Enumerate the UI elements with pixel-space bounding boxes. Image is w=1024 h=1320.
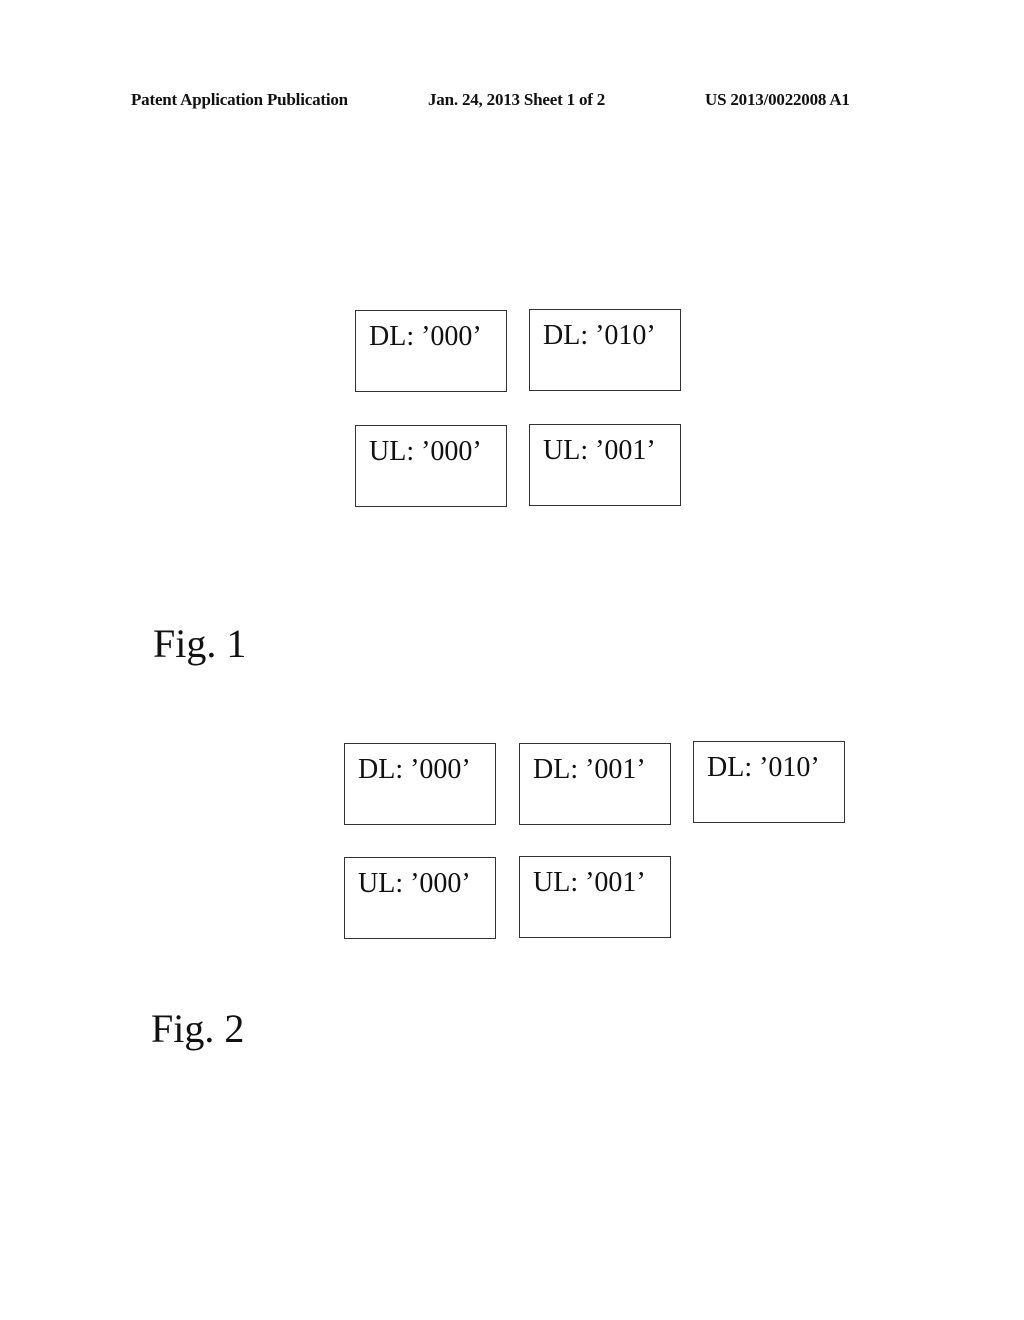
publication-title: Patent Application Publication bbox=[131, 90, 348, 109]
fig1-box-ul-001: UL: ’001’ bbox=[529, 424, 681, 506]
patent-number: US 2013/0022008 A1 bbox=[705, 90, 850, 109]
box-label: DL: ’001’ bbox=[533, 754, 646, 785]
box-label: DL: ’000’ bbox=[369, 321, 482, 352]
box-label: DL: ’000’ bbox=[358, 754, 471, 785]
fig2-box-dl-001: DL: ’001’ bbox=[519, 743, 671, 825]
fig2-box-ul-001: UL: ’001’ bbox=[519, 856, 671, 938]
fig1-box-dl-010: DL: ’010’ bbox=[529, 309, 681, 391]
date-sheet: Jan. 24, 2013 Sheet 1 of 2 bbox=[428, 90, 606, 109]
box-label: UL: ’001’ bbox=[543, 435, 656, 466]
box-label: UL: ’000’ bbox=[358, 868, 471, 899]
fig2-box-dl-000: DL: ’000’ bbox=[344, 743, 496, 825]
box-label: UL: ’001’ bbox=[533, 867, 646, 898]
box-label: DL: ’010’ bbox=[707, 752, 820, 783]
box-label: UL: ’000’ bbox=[369, 436, 482, 467]
box-label: DL: ’010’ bbox=[543, 320, 656, 351]
fig2-label: Fig. 2 bbox=[151, 1006, 245, 1051]
fig2-box-dl-010: DL: ’010’ bbox=[693, 741, 845, 823]
fig1-box-dl-000: DL: ’000’ bbox=[355, 310, 507, 392]
fig1-box-ul-000: UL: ’000’ bbox=[355, 425, 507, 507]
fig1-label: Fig. 1 bbox=[153, 621, 247, 666]
fig2-box-ul-000: UL: ’000’ bbox=[344, 857, 496, 939]
